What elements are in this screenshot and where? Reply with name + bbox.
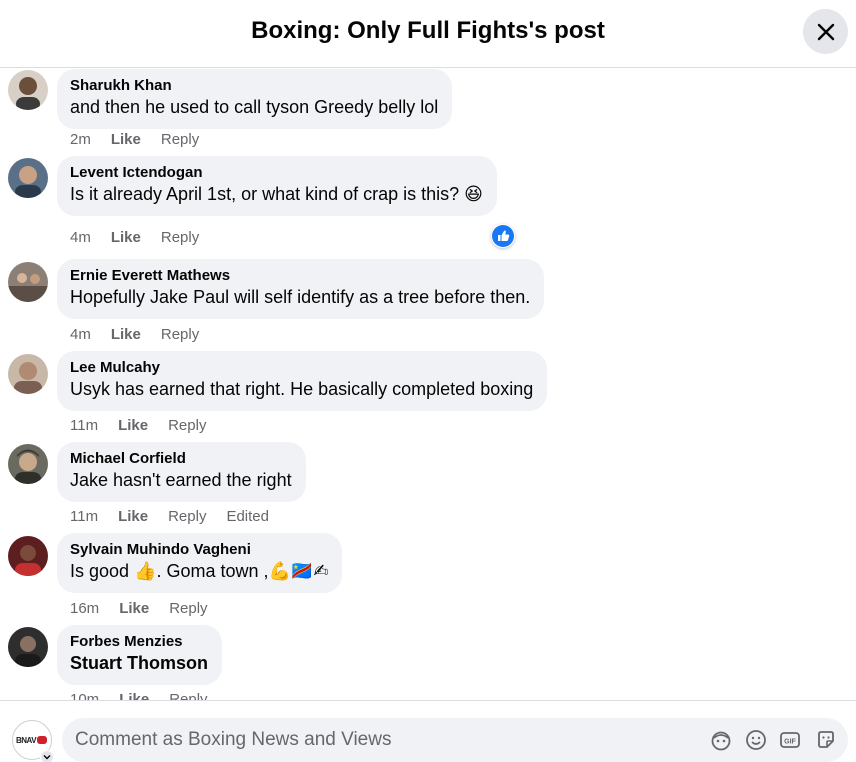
comment-actions: 16m Like Reply (70, 600, 228, 617)
like-button[interactable]: Like (118, 417, 148, 434)
comment-actions: 11m Like Reply (70, 417, 226, 434)
comment-actions: 2m Like Reply (70, 131, 219, 148)
avatar[interactable] (8, 354, 48, 394)
mention-link[interactable]: Stuart Thomson (70, 651, 208, 675)
reply-button[interactable]: Reply (161, 131, 199, 148)
comment-bubble: Ernie Everett Mathews Hopefully Jake Pau… (57, 259, 545, 319)
comment-bubble: Lee Mulcahy Usyk has earned that right. … (57, 351, 548, 411)
comment-time[interactable]: 11m (70, 508, 98, 525)
avatar[interactable] (8, 262, 48, 302)
comment-time[interactable]: 2m (70, 131, 91, 148)
page-title: Boxing: Only Full Fights's post (251, 17, 605, 44)
comments-list[interactable]: Sharukh Khan and then he used to call ty… (0, 69, 856, 700)
comment-actions: 11m Like Reply Edited (70, 508, 289, 525)
gif-button[interactable]: GIF (779, 729, 801, 751)
close-icon (817, 23, 834, 40)
reply-button[interactable]: Reply (161, 229, 199, 246)
like-reaction-icon (492, 225, 514, 247)
comment-author[interactable]: Lee Mulcahy (70, 359, 533, 377)
avatar[interactable] (8, 70, 48, 110)
comment-text: Usyk has earned that right. He basically… (70, 379, 534, 399)
reaction-badge[interactable] (491, 224, 515, 248)
avatar[interactable] (8, 627, 48, 667)
comment-author[interactable]: Levent Ictendogan (70, 164, 483, 182)
comment-time[interactable]: 4m (70, 229, 91, 246)
sticker-icon (818, 731, 834, 748)
gif-icon: GIF (780, 732, 800, 748)
svg-text:GIF: GIF (784, 739, 796, 746)
comment-time[interactable]: 16m (70, 600, 99, 617)
reply-button[interactable]: Reply (168, 417, 206, 434)
comment-actions: 4m Like Reply (70, 229, 219, 246)
reply-button[interactable]: Reply (169, 691, 207, 700)
comment-author[interactable]: Michael Corfield (70, 450, 292, 468)
comment-actions: 10m Like Reply (70, 691, 228, 700)
boxing-glove-icon (37, 736, 48, 744)
post-header: Boxing: Only Full Fights's post (0, 0, 856, 68)
avatar-logo-text: BNAV (15, 735, 37, 745)
close-button[interactable] (803, 9, 848, 54)
comment-author[interactable]: Sylvain Muhindo Vagheni (70, 541, 328, 559)
emoji-button[interactable] (745, 729, 767, 751)
comment-author[interactable]: Sharukh Khan (70, 77, 438, 95)
comment-text: Hopefully Jake Paul will self identify a… (70, 287, 531, 307)
like-button[interactable]: Like (111, 131, 141, 148)
like-button[interactable]: Like (111, 326, 141, 343)
chevron-down-icon (43, 755, 51, 760)
comment-bubble: Forbes Menzies Stuart Thomson (57, 625, 222, 685)
comment-composer: BNAV GIF (0, 700, 856, 762)
comment-bubble: Sharukh Khan and then he used to call ty… (57, 69, 453, 129)
edited-label[interactable]: Edited (226, 508, 269, 525)
comment-bubble: Sylvain Muhindo Vagheni Is good 👍. Goma … (57, 533, 343, 593)
comment-time[interactable]: 11m (70, 417, 98, 434)
comment-bubble: Levent Ictendogan Is it already April 1s… (57, 156, 497, 216)
avatar[interactable] (8, 158, 48, 198)
emoji-icon (746, 730, 766, 750)
like-button[interactable]: Like (111, 229, 141, 246)
avatar[interactable] (8, 444, 48, 484)
comment-actions: 4m Like Reply (70, 326, 219, 343)
avatar-sticker-icon (711, 731, 731, 751)
avatar-sticker-button[interactable] (710, 729, 732, 751)
comment-text: and then he used to call tyson Greedy be… (70, 97, 439, 117)
reply-button[interactable]: Reply (168, 508, 206, 525)
comment-text: Is it already April 1st, or what kind of… (70, 184, 483, 204)
comment-bubble: Michael Corfield Jake hasn't earned the … (57, 442, 306, 502)
like-button[interactable]: Like (119, 600, 149, 617)
sticker-button[interactable] (815, 729, 837, 751)
avatar[interactable] (8, 536, 48, 576)
comment-author[interactable]: Ernie Everett Mathews (70, 267, 530, 285)
comment-time[interactable]: 10m (70, 691, 99, 700)
reply-button[interactable]: Reply (161, 326, 199, 343)
comment-time[interactable]: 4m (70, 326, 91, 343)
like-button[interactable]: Like (119, 691, 149, 700)
like-button[interactable]: Like (118, 508, 148, 525)
comment-author[interactable]: Forbes Menzies (70, 633, 208, 651)
switch-profile-button[interactable] (40, 750, 54, 762)
comment-text: Jake hasn't earned the right (70, 470, 292, 490)
comment-text: Is good 👍. Goma town ,💪🇨🇩✍ (70, 561, 329, 581)
reply-button[interactable]: Reply (169, 600, 207, 617)
